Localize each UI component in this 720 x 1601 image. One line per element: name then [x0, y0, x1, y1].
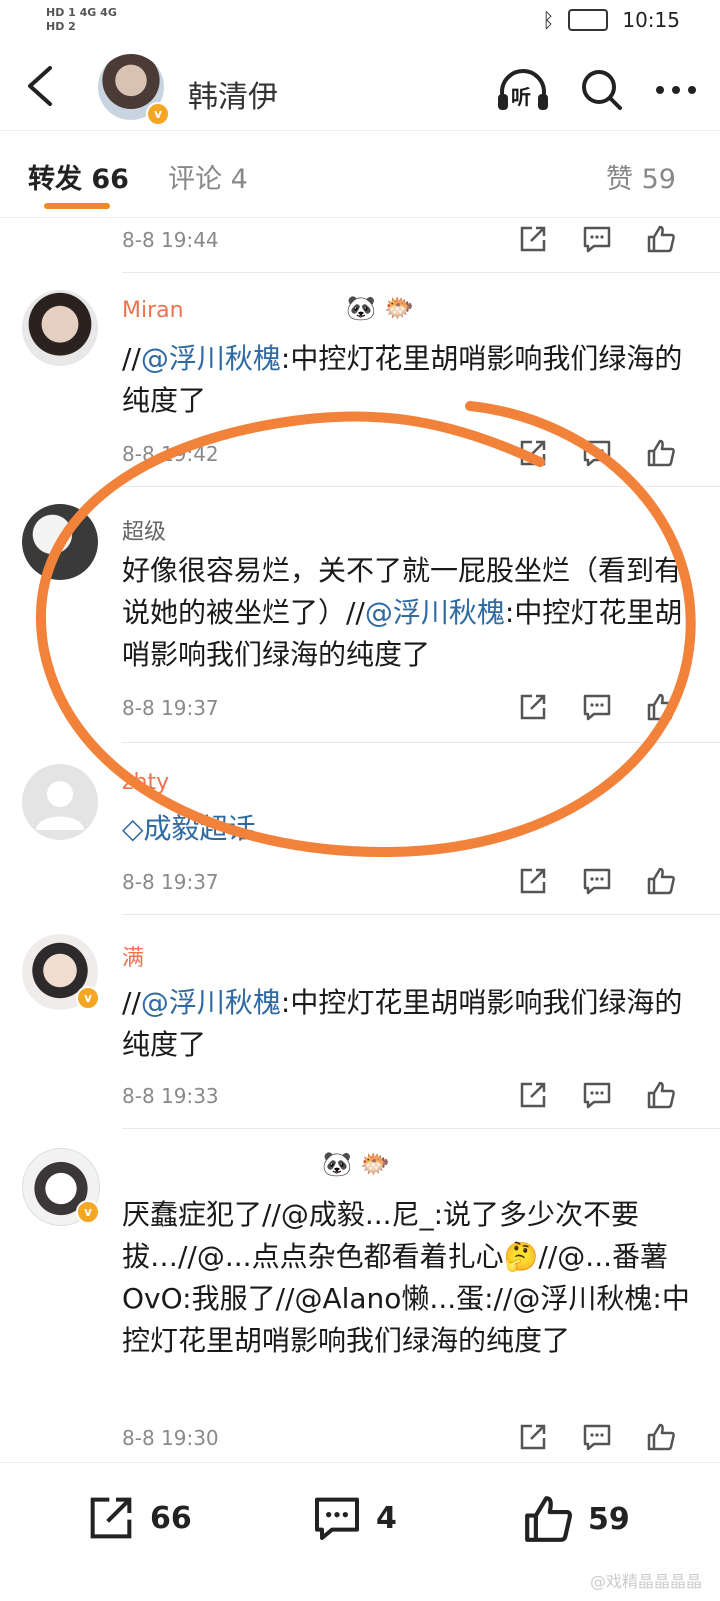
avatar[interactable] [22, 504, 98, 580]
timestamp: 8-8 19:33 [122, 1084, 219, 1108]
tab-bar: 转发 66 评论 4 赞 59 [0, 130, 720, 218]
comment-icon[interactable] [582, 438, 612, 468]
topic-link[interactable]: 成毅超话 [144, 812, 256, 845]
post-text: //@浮川秋槐:中控灯花里胡哨影响我们绿海的纯度了 [122, 986, 683, 1061]
verified-badge-icon: v [76, 986, 100, 1010]
signal-indicators: HD 1 4G 4G HD 2 [46, 6, 117, 33]
tab-comments[interactable]: 评论 4 [168, 157, 248, 196]
post-text: 好像很容易烂，关不了就一屁股坐烂（看到有说她的被坐烂了）//@浮川秋槐:中控灯花… [122, 554, 683, 671]
username[interactable]: 超级 [122, 514, 166, 546]
comment-icon[interactable] [582, 224, 612, 254]
listen-button[interactable]: 听 [496, 68, 550, 112]
divider [122, 272, 720, 273]
comment-button[interactable]: 4 [312, 1493, 397, 1543]
post-text: 厌蠢症犯了//@成毅...尼_:说了多少次不要拔…//@...点点杂色都看着扎心… [122, 1198, 690, 1357]
comment-icon [315, 1497, 359, 1540]
comment-count: 4 [376, 1500, 397, 1536]
like-icon[interactable] [646, 1080, 676, 1110]
tab-reposts[interactable]: 转发 66 [28, 157, 129, 196]
like-count: 59 [588, 1501, 630, 1537]
username[interactable]: 满 [122, 940, 144, 972]
panda-icon: 🐼 [346, 294, 376, 322]
like-icon [525, 1496, 572, 1542]
timestamp: 8-8 19:30 [122, 1426, 219, 1450]
share-icon[interactable] [518, 1422, 548, 1452]
status-bar: HD 1 4G 4G HD 2 ᛒ 10:15 [0, 0, 720, 46]
verified-badge-icon: v [146, 102, 170, 126]
share-icon[interactable] [518, 866, 548, 896]
back-icon[interactable] [22, 64, 62, 108]
comment-icon[interactable] [582, 866, 612, 896]
share-icon[interactable] [518, 438, 548, 468]
fish-icon: 🐡 [360, 1150, 390, 1178]
timestamp: 8-8 19:37 [122, 696, 219, 720]
timestamp: 8-8 19:44 [122, 228, 219, 252]
fish-icon: 🐡 [384, 294, 414, 322]
timestamp: 8-8 19:42 [122, 442, 219, 466]
timestamp: 8-8 19:37 [122, 870, 219, 894]
username[interactable]: Miran [122, 298, 184, 323]
divider [122, 486, 720, 487]
like-icon[interactable] [646, 1422, 676, 1452]
comment-icon[interactable] [582, 1080, 612, 1110]
post-text: ◇成毅超话 [122, 808, 692, 850]
mention-link[interactable]: @浮川秋槐 [365, 596, 505, 629]
divider [122, 914, 720, 915]
page-title: 韩清伊 [188, 80, 278, 115]
like-icon[interactable] [646, 224, 676, 254]
avatar[interactable] [22, 764, 98, 840]
top-bar: v 韩清伊 听 [0, 46, 720, 130]
more-icon[interactable] [654, 68, 698, 112]
bluetooth-icon: ᛒ [542, 8, 555, 32]
repost-button[interactable]: 66 [86, 1493, 192, 1543]
divider [122, 742, 720, 743]
share-icon[interactable] [518, 1080, 548, 1110]
comment-icon[interactable] [582, 692, 612, 722]
like-icon[interactable] [646, 438, 676, 468]
like-icon[interactable] [646, 692, 676, 722]
tab-likes[interactable]: 赞 59 [606, 157, 676, 196]
battery-icon [568, 9, 609, 31]
share-icon[interactable] [518, 224, 548, 254]
watermark: @戏精晶晶晶晶 [589, 1572, 702, 1591]
like-icon[interactable] [646, 866, 676, 896]
clock: 10:15 [622, 8, 680, 32]
mention-link[interactable]: @浮川秋槐 [141, 986, 281, 1019]
search-icon[interactable] [580, 68, 624, 112]
share-icon [90, 1497, 132, 1539]
verified-badge-icon: v [76, 1200, 100, 1224]
tab-indicator [44, 203, 110, 209]
panda-icon: 🐼 [322, 1150, 352, 1178]
listen-label: 听 [511, 85, 531, 109]
divider [122, 1128, 720, 1129]
comment-icon[interactable] [582, 1422, 612, 1452]
like-button[interactable]: 59 [522, 1493, 630, 1545]
post-text: //@浮川秋槐:中控灯花里胡哨影响我们绿海的纯度了 [122, 342, 683, 417]
default-avatar-icon [36, 781, 84, 830]
mention-link[interactable]: @浮川秋槐 [141, 342, 281, 375]
repost-count: 66 [150, 1500, 192, 1536]
username[interactable]: zhty [122, 770, 169, 795]
topic-icon: ◇ [122, 812, 144, 845]
avatar[interactable] [22, 290, 98, 366]
share-icon[interactable] [518, 692, 548, 722]
